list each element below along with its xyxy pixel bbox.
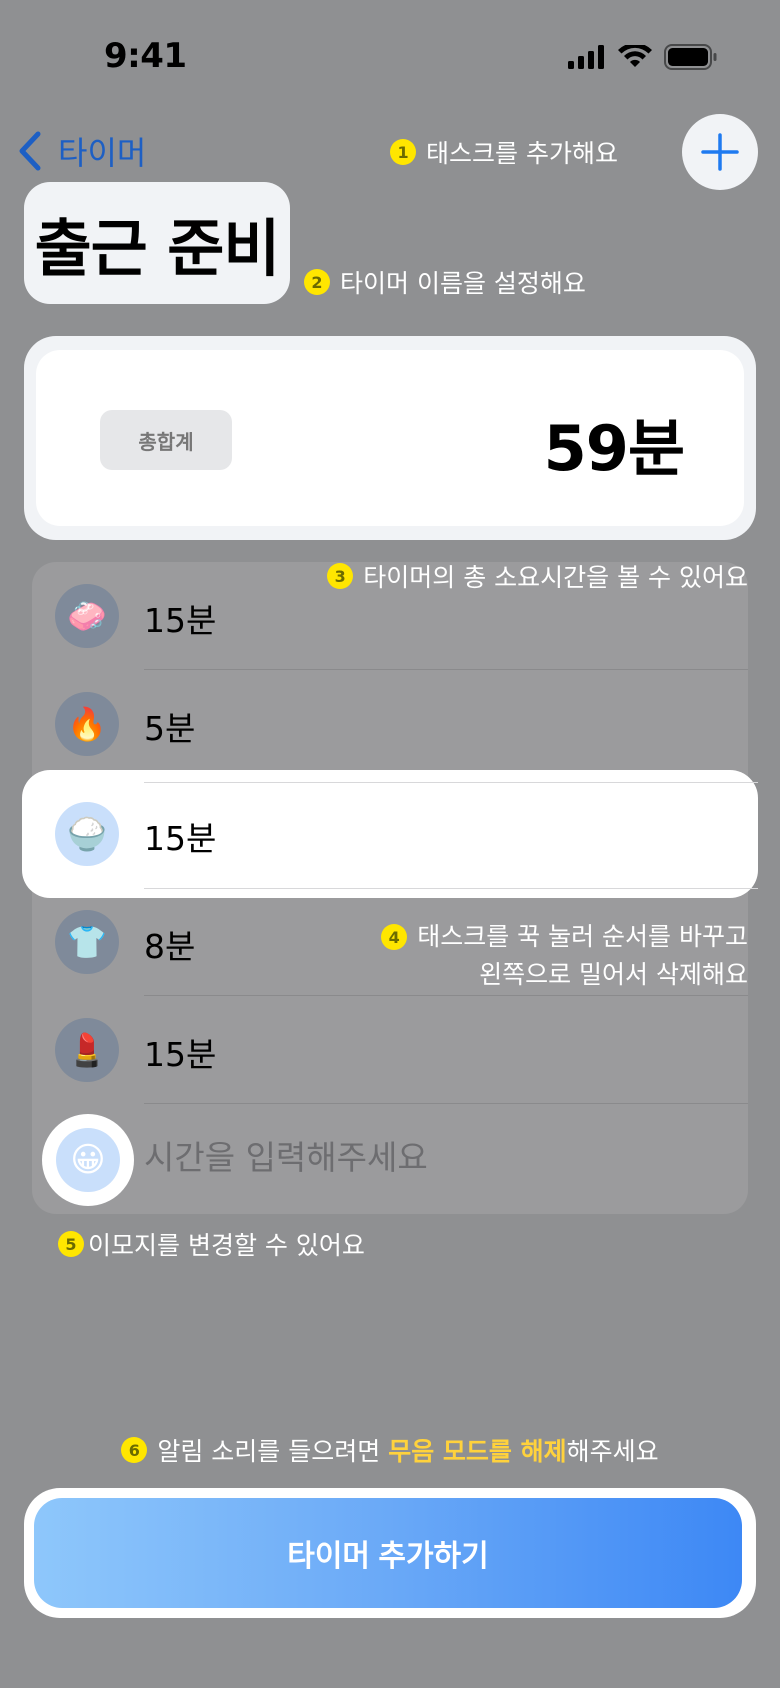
task-duration: 15분 bbox=[144, 1035, 217, 1074]
signal-icon bbox=[568, 45, 604, 69]
task-duration: 15분 bbox=[144, 819, 217, 858]
tip-text-after: 해주세요 bbox=[566, 1437, 659, 1466]
task-row[interactable]: 🧼 15분 bbox=[32, 562, 748, 670]
page-title: 출근 준비 bbox=[34, 212, 281, 285]
row-divider bbox=[144, 1103, 748, 1104]
back-button[interactable]: 타이머 bbox=[16, 128, 146, 174]
tip-change-emoji: 5 이모지를 변경할 수 있어요 bbox=[58, 1226, 365, 1262]
timer-name-field[interactable]: 출근 준비 bbox=[24, 182, 290, 304]
tip-silent-mode: 6 알림 소리를 들으려면 무음 모드를 해제해주세요 bbox=[0, 1432, 780, 1468]
tip-text: 태스크를 추가해요 bbox=[426, 139, 618, 168]
row-divider bbox=[144, 782, 758, 783]
task-duration: 8분 bbox=[144, 927, 196, 966]
add-timer-button[interactable]: 타이머 추가하기 bbox=[34, 1498, 742, 1608]
tip-text: 왼쪽으로 밀어서 삭제해요 bbox=[479, 960, 748, 989]
tip-timer-name: 2 타이머 이름을 설정해요 bbox=[304, 264, 586, 300]
tip-text: 타이머 이름을 설정해요 bbox=[340, 269, 586, 298]
emoji-picker-button[interactable]: 😀 bbox=[42, 1114, 134, 1206]
tip-badge: 5 bbox=[58, 1231, 84, 1257]
tip-highlight: 무음 모드를 해제 bbox=[388, 1437, 567, 1466]
shirt-icon[interactable]: 👕 bbox=[55, 910, 119, 974]
total-label: 총합계 bbox=[100, 410, 232, 470]
tip-reorder-delete: 4 태스크를 꾹 눌러 순서를 바꾸고 왼쪽으로 밀어서 삭제해요 bbox=[381, 918, 748, 994]
tip-badge: 6 bbox=[121, 1437, 148, 1463]
task-row[interactable]: 💄 15분 bbox=[32, 996, 748, 1104]
time-input[interactable] bbox=[144, 1134, 704, 1180]
fire-icon[interactable]: 🔥 bbox=[55, 692, 119, 756]
plus-icon bbox=[701, 133, 739, 171]
task-row-highlighted[interactable]: 🍚 15분 bbox=[22, 770, 758, 898]
task-row[interactable]: 🔥 5분 bbox=[32, 670, 748, 778]
soap-icon[interactable]: 🧼 bbox=[55, 584, 119, 648]
total-value: 59분 bbox=[543, 412, 685, 485]
tip-badge: 4 bbox=[381, 924, 408, 950]
grinning-face-icon: 😀 bbox=[56, 1128, 120, 1192]
status-icons bbox=[568, 44, 718, 70]
rice-bowl-icon[interactable]: 🍚 bbox=[55, 802, 119, 866]
battery-icon bbox=[664, 44, 717, 70]
status-time: 9:41 bbox=[104, 36, 187, 76]
tip-text-before: 알림 소리를 들으려면 bbox=[157, 1437, 389, 1466]
tip-text: 이모지를 변경할 수 있어요 bbox=[88, 1231, 365, 1260]
task-duration: 15분 bbox=[144, 601, 217, 640]
wifi-icon bbox=[618, 45, 652, 67]
back-label: 타이머 bbox=[58, 134, 147, 172]
tip-add-task: 1 태스크를 추가해요 bbox=[390, 134, 618, 170]
tip-badge: 1 bbox=[390, 139, 417, 165]
tip-text: 태스크를 꾹 눌러 순서를 바꾸고 bbox=[417, 922, 748, 951]
tip-badge: 2 bbox=[304, 269, 330, 295]
tip-text: 알림 소리를 들으려면 무음 모드를 해제해주세요 bbox=[157, 1432, 658, 1468]
lipstick-icon[interactable]: 💄 bbox=[55, 1018, 119, 1082]
chevron-left-icon bbox=[19, 131, 41, 171]
task-duration: 5분 bbox=[144, 709, 196, 748]
add-task-button[interactable] bbox=[682, 114, 758, 190]
